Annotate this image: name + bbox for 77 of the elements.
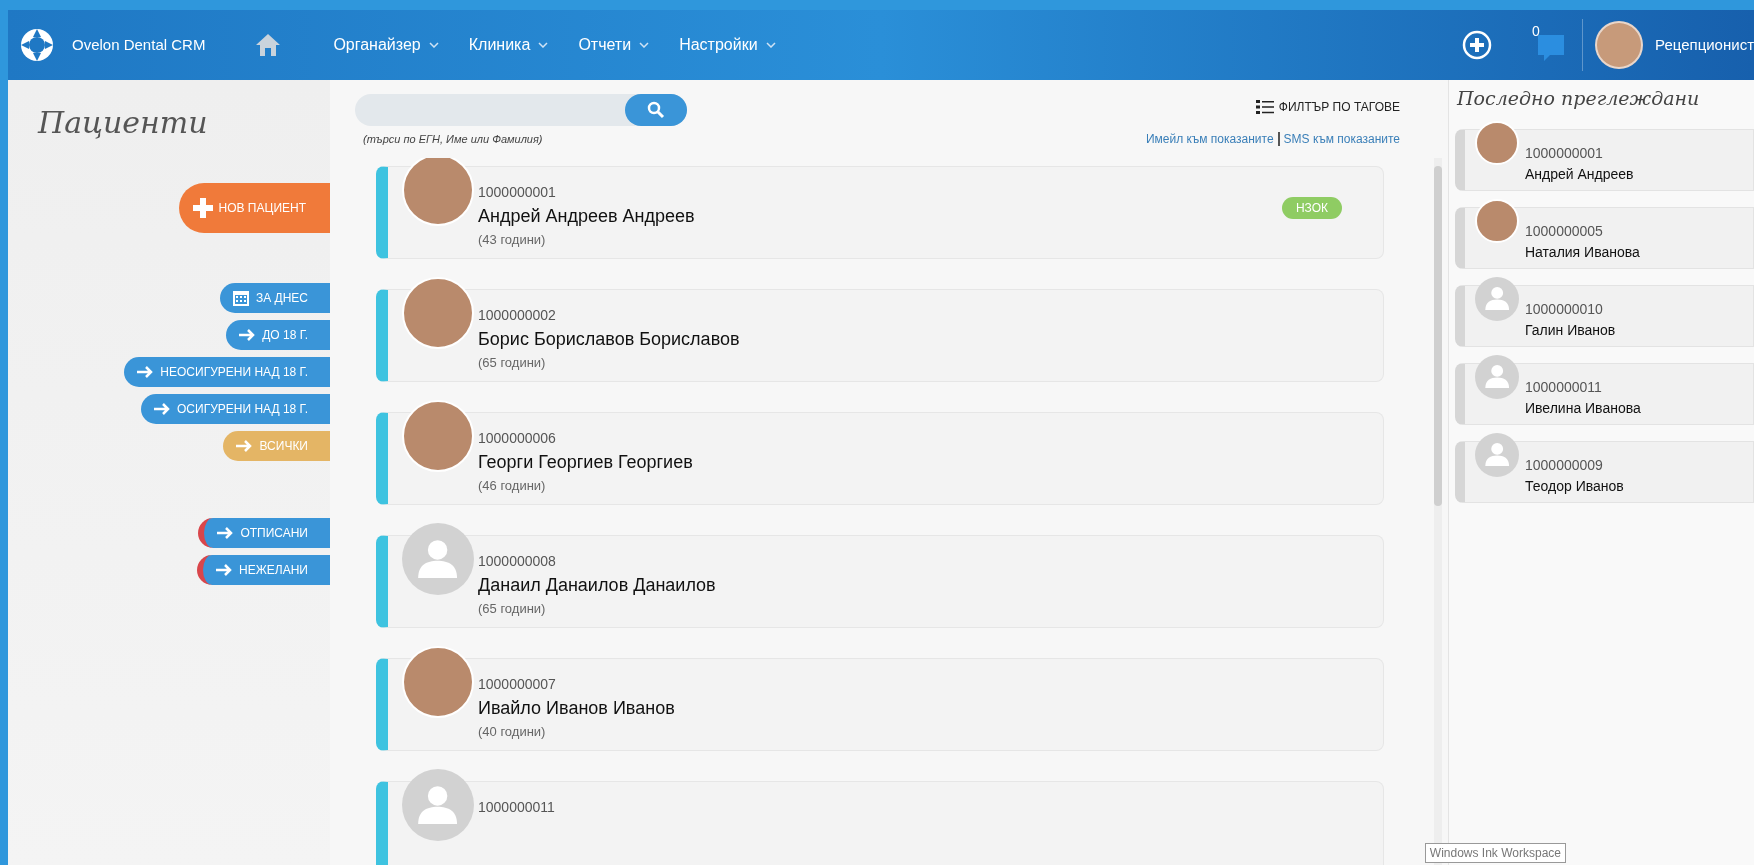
chevron-down-icon (538, 42, 549, 48)
arrow-right-icon (238, 328, 257, 342)
patient-name: Галин Иванов (1525, 320, 1616, 340)
patient-card[interactable] (376, 535, 1384, 628)
patient-id: 1000000001 (1525, 143, 1604, 163)
patient-name: Ивайло Иванов Иванов (478, 697, 675, 720)
tag-filter-button[interactable]: ФИЛТЪР ПО ТАГОВЕ (1255, 98, 1400, 116)
patient-age: (43 години) (478, 231, 547, 249)
calendar-icon (231, 289, 250, 307)
patient-name: Андрей Андреев (1525, 164, 1634, 184)
nav-menu-item[interactable]: Клиника (468, 33, 549, 57)
patient-card[interactable] (376, 412, 1384, 505)
user-avatar[interactable] (1595, 21, 1644, 69)
app-name[interactable]: Ovelon Dental CRM (72, 33, 206, 57)
patient-name: Андрей Андреев Андреев (478, 205, 695, 228)
filter-button[interactable]: НЕОСИГУРЕНИ НАД 18 Г. (124, 357, 330, 387)
patient-id: 1000000002 (478, 306, 557, 325)
patient-id: 1000000009 (1525, 455, 1604, 475)
search-button[interactable] (625, 94, 687, 126)
patient-name: Наталия Иванова (1525, 242, 1640, 262)
patient-age: (65 години) (478, 600, 547, 618)
recent-patient-card[interactable] (1455, 362, 1754, 425)
tooltip: Windows Ink Workspace (1424, 843, 1566, 863)
nav-menu-item[interactable]: Настройки (679, 33, 776, 57)
filter-button[interactable]: ЗА ДНЕС (219, 283, 330, 313)
patient-name: Георги Георгиев Георгиев (478, 451, 693, 474)
nav-menu-item[interactable]: Органайзер (333, 33, 439, 57)
sms-link[interactable]: SMS към показаните (1283, 130, 1400, 148)
list-icon (1255, 99, 1274, 115)
patient-card[interactable] (376, 289, 1384, 382)
patient-id: 1000000007 (478, 675, 557, 694)
patient-age: (46 години) (478, 477, 547, 495)
filter-button[interactable]: ДО 18 Г. (226, 320, 330, 350)
user-menu[interactable]: Рецепционист (1655, 33, 1754, 57)
arrow-right-icon (235, 439, 254, 453)
recent-patient-card[interactable] (1455, 284, 1754, 347)
page-title: Пациенти (38, 104, 209, 142)
patient-age: (65 години) (478, 354, 547, 372)
patient-id: 1000000006 (478, 429, 557, 448)
add-icon[interactable] (1462, 30, 1493, 60)
nav-menu-item[interactable]: Отчети (578, 33, 650, 57)
chevron-down-icon (639, 42, 650, 48)
patient-id: 1000000011 (1525, 377, 1603, 397)
search-hint: (търси по ЕГН, Име или Фамилия) (363, 132, 544, 147)
chevron-down-icon (428, 42, 439, 48)
patient-card[interactable] (376, 166, 1384, 259)
patient-id: 1000000011 (478, 798, 555, 817)
recent-patient-card[interactable] (1455, 128, 1754, 191)
insurance-tag: НЗОК (1281, 197, 1342, 219)
chevron-down-icon (765, 42, 776, 48)
patient-name: Теодор Иванов (1525, 476, 1624, 496)
arrow-right-icon (216, 526, 235, 540)
arrow-right-icon (136, 365, 155, 379)
patient-age: (40 години) (478, 723, 547, 741)
home-icon[interactable] (255, 33, 282, 57)
email-link[interactable]: Имейл към показаните (1145, 130, 1274, 148)
patient-name: Борис Бориславов Бориславов (478, 328, 740, 351)
new-patient-button[interactable]: НОВ ПАЦИЕНТ (178, 183, 330, 233)
recent-patient-card[interactable] (1455, 206, 1754, 269)
search-field[interactable] (355, 94, 687, 126)
patient-name: Данаил Данаилов Данаилов (478, 574, 716, 597)
filter-button[interactable]: ОСИГУРЕНИ НАД 18 Г. (141, 394, 330, 424)
patient-id: 1000000005 (1525, 221, 1604, 241)
patient-id: 1000000001 (478, 183, 557, 202)
patient-id: 1000000010 (1525, 299, 1604, 319)
patient-id: 1000000008 (478, 552, 557, 571)
patient-name: Ивелина Иванова (1525, 398, 1641, 418)
search-icon (647, 101, 665, 119)
patient-card[interactable] (376, 658, 1384, 751)
section-title: Последно преглеждани (1457, 86, 1701, 111)
plus-icon (192, 198, 213, 218)
arrow-right-icon (153, 402, 172, 416)
recent-patient-card[interactable] (1455, 440, 1754, 503)
arrow-right-icon (215, 563, 234, 577)
filter-button[interactable]: НЕЖЕЛАНИ (197, 555, 330, 585)
filter-button[interactable]: ОТПИСАНИ (198, 518, 330, 548)
logo-icon (20, 28, 54, 62)
